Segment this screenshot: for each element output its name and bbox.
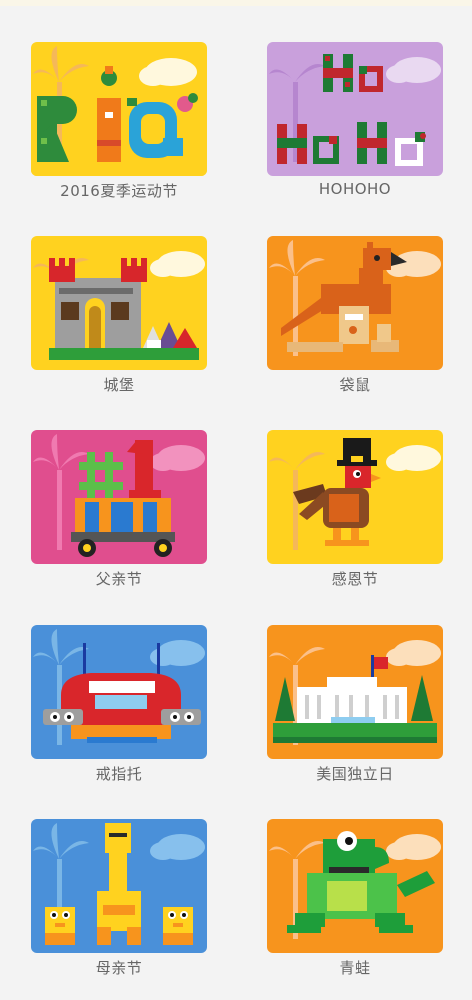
rio-brick-art-image [31, 46, 207, 176]
project-card-hohoho[interactable]: HOHOHO [267, 42, 443, 212]
project-title: 父亲节 [95, 570, 143, 588]
project-card-castle[interactable]: 城堡 [31, 236, 207, 406]
frog-brick-art-image [269, 831, 441, 939]
hohoho-brick-art-image [269, 54, 441, 166]
project-thumbnail [31, 42, 207, 176]
project-card-white-house[interactable]: 美国独立日 [267, 625, 443, 795]
project-card-frog[interactable]: 青蛙 [267, 819, 443, 989]
project-card-rio[interactable]: 2016夏季运动节 [31, 42, 207, 212]
project-thumbnail [267, 42, 443, 176]
project-thumbnail [267, 625, 443, 759]
project-title: 袋鼠 [339, 376, 371, 394]
project-thumbnail [31, 236, 207, 370]
project-title: 感恩节 [331, 570, 379, 588]
project-title: 青蛙 [339, 959, 371, 977]
project-thumbnail [31, 430, 207, 564]
turkey-brick-art-image [269, 438, 441, 550]
project-title: 戒指托 [95, 765, 143, 783]
project-card-mothers-day[interactable]: 母亲节 [31, 819, 207, 989]
project-thumbnail [31, 625, 207, 759]
project-thumbnail [267, 819, 443, 953]
project-title: 2016夏季运动节 [60, 182, 178, 200]
ring-holder-brick-art-image [33, 629, 205, 745]
project-card-kangaroo[interactable]: 袋鼠 [267, 236, 443, 406]
fathers-day-brick-art-image [33, 434, 205, 557]
project-thumbnail [267, 236, 443, 370]
project-card-ring-holder[interactable]: 戒指托 [31, 625, 207, 795]
kangaroo-brick-art-image [269, 240, 441, 356]
project-title: 城堡 [103, 376, 135, 394]
castle-brick-art-image [33, 251, 205, 360]
project-title: HOHOHO [318, 180, 392, 198]
project-card-turkey[interactable]: 感恩节 [267, 430, 443, 600]
project-grid: 2016夏季运动节 HOHOHO 城堡 袋鼠 父亲节 感恩节 戒指托 美国独立日… [0, 0, 472, 1000]
project-title: 母亲节 [95, 959, 143, 977]
project-thumbnail [31, 819, 207, 953]
white-house-brick-art-image [269, 640, 441, 745]
mothers-day-brick-art-image [33, 823, 205, 945]
project-thumbnail [267, 430, 443, 564]
project-title: 美国独立日 [316, 765, 394, 783]
project-card-fathers-day[interactable]: 父亲节 [31, 430, 207, 600]
